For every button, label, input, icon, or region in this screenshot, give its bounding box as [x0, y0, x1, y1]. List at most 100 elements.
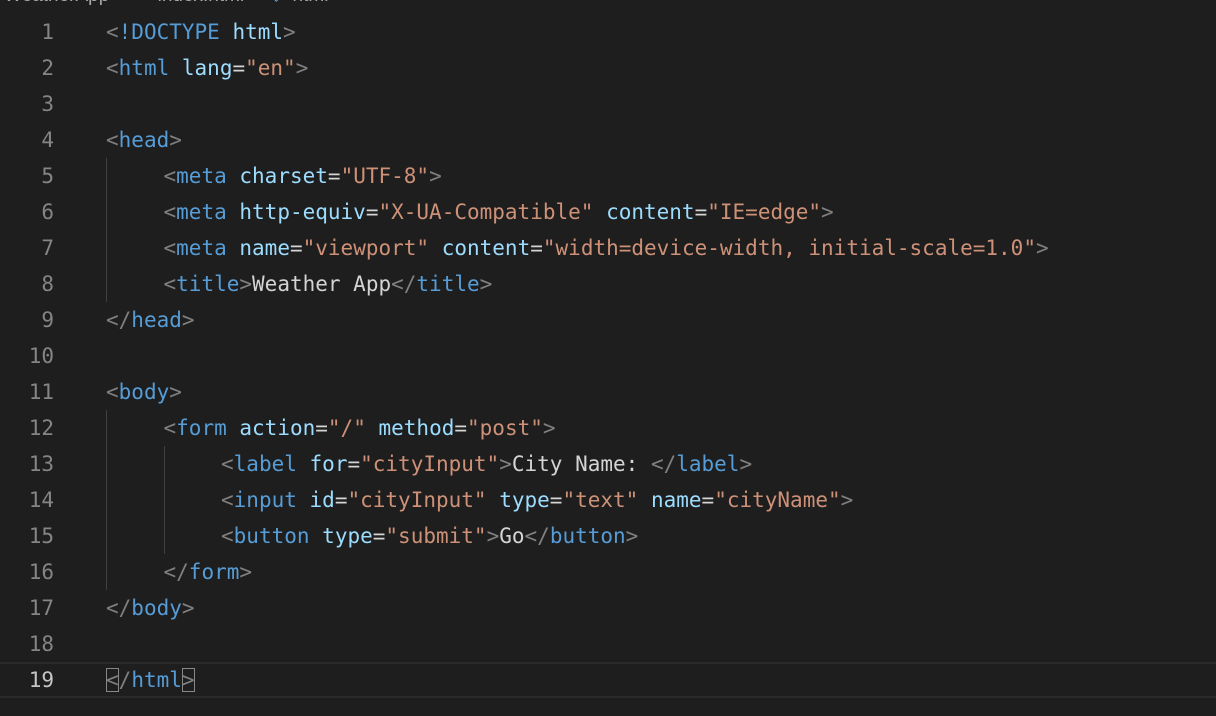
text: Go [499, 524, 525, 548]
punctuation: < [163, 200, 177, 224]
text: = [365, 200, 379, 224]
line-content[interactable]: </html> [106, 662, 195, 698]
line-number: 15 [28, 524, 54, 548]
punctuation: > [239, 272, 253, 296]
attribute-value: "viewport" [302, 236, 430, 260]
code-line[interactable]: 19 </html> [0, 662, 1216, 698]
tag-name: body [118, 380, 170, 404]
tag-name: meta [176, 236, 227, 260]
code-line[interactable]: 1 <!DOCTYPE html> [0, 14, 1216, 50]
punctuation: < [106, 56, 119, 80]
line-content[interactable]: <!DOCTYPE html> [106, 14, 296, 50]
code-line[interactable]: 12 <form action="/" method="post"> [0, 410, 1216, 446]
line-content[interactable]: <body> [106, 374, 182, 410]
code-line[interactable]: 18 [0, 626, 1216, 662]
code-line[interactable]: 14 <input id="cityInput" type="text" name… [0, 482, 1216, 518]
text: = [334, 488, 348, 512]
line-content[interactable]: <html lang="en"> [106, 50, 308, 86]
punctuation: < [106, 380, 119, 404]
code-line[interactable]: 16 </form> [0, 554, 1216, 590]
punctuation: < [163, 416, 177, 440]
code-line[interactable]: 13 <label for="cityInput">City Name: </la… [0, 446, 1216, 482]
line-content[interactable]: </body> [106, 590, 195, 626]
attribute-name: id [309, 488, 335, 512]
text: = [694, 200, 708, 224]
line-content[interactable]: <meta charset="UTF-8"> [164, 158, 442, 194]
code-line[interactable]: 5 <meta charset="UTF-8"> [0, 158, 1216, 194]
matched-bracket: > [181, 668, 195, 692]
code-editor[interactable]: WeatherApp › <> index.html › ◈ html 1<!D… [0, 0, 1216, 716]
attribute-value: "post" [467, 416, 543, 440]
tag-name: form [188, 560, 240, 584]
code-line[interactable]: 10 [0, 338, 1216, 374]
code-line[interactable]: 11 <body> [0, 374, 1216, 410]
punctuation: </ [106, 596, 132, 620]
text [638, 488, 651, 512]
indent-guide [163, 518, 165, 554]
attribute-name: name [239, 236, 290, 260]
line-number: 3 [41, 92, 54, 116]
line-content[interactable]: <meta name="viewport" content="width=dev… [164, 230, 1049, 266]
tag-name: meta [176, 164, 227, 188]
line-content[interactable]: <input id="cityInput" type="text" name="… [221, 482, 853, 518]
code-line[interactable]: 4 <head> [0, 122, 1216, 158]
code-line[interactable]: 3 [0, 86, 1216, 122]
breadcrumb-symbol[interactable]: html [293, 0, 329, 8]
tag-name: title [176, 272, 240, 296]
tag-name: label [676, 452, 740, 476]
punctuation: > [739, 452, 753, 476]
text: = [372, 524, 386, 548]
attribute-name: html [232, 20, 284, 44]
punctuation: </ [391, 272, 417, 296]
attribute-name: for [309, 452, 348, 476]
line-number: 7 [41, 236, 54, 260]
code-line[interactable]: 17 </body> [0, 590, 1216, 626]
indent-guide [163, 482, 165, 518]
line-number: 13 [28, 452, 54, 476]
code-line[interactable]: 6 <meta http-equiv="X-UA-Compatible" cont… [0, 194, 1216, 230]
punctuation: > [283, 20, 296, 44]
text: = [454, 416, 468, 440]
punctuation: > [625, 524, 639, 548]
punctuation: > [239, 560, 253, 584]
punctuation: > [429, 164, 442, 188]
code-lines[interactable]: 1 <!DOCTYPE html> 2 <html lang="en"> 3 4 <head… [0, 14, 1216, 698]
punctuation: > [840, 488, 854, 512]
line-content[interactable]: <button type="submit">Go</button> [221, 518, 638, 554]
line-content[interactable]: <label for="cityInput">City Name: </labe… [221, 446, 752, 482]
indent-guide [106, 266, 107, 302]
code-line[interactable]: 8 <title>Weather App</title> [0, 266, 1216, 302]
line-content[interactable]: <form action="/" method="post"> [164, 410, 556, 446]
indent-guide [106, 482, 107, 518]
line-number: 8 [41, 272, 54, 296]
line-number: 5 [41, 164, 54, 188]
line-content[interactable]: </form> [164, 554, 253, 590]
punctuation: </ [106, 308, 132, 332]
text: = [289, 236, 303, 260]
code-line[interactable]: 2 <html lang="en"> [0, 50, 1216, 86]
breadcrumb-file[interactable]: index.html [158, 0, 245, 8]
code-line[interactable]: 7 <meta name="viewport" content="width=de… [0, 230, 1216, 266]
text [169, 56, 182, 80]
line-content[interactable]: <title>Weather App</title> [164, 266, 493, 302]
code-line[interactable]: 9 </head> [0, 302, 1216, 338]
line-number: 12 [28, 416, 54, 440]
punctuation: > [181, 596, 195, 620]
line-number: 6 [41, 200, 54, 224]
attribute-name: charset [239, 164, 328, 188]
code-line[interactable]: 15 <button type="submit">Go</button> [0, 518, 1216, 554]
line-content[interactable]: <head> [106, 122, 182, 158]
line-content[interactable]: </head> [106, 302, 195, 338]
attribute-value: "/" [327, 416, 366, 440]
line-number: 2 [41, 56, 54, 80]
attribute-value: "cityInput" [360, 452, 500, 476]
line-content[interactable]: <meta http-equiv="X-UA-Compatible" conte… [164, 194, 834, 230]
indent-guide [106, 158, 107, 194]
indent-guide [106, 518, 107, 554]
text [227, 164, 240, 188]
attribute-name: type [499, 488, 550, 512]
attribute-value: "cityName" [714, 488, 841, 512]
breadcrumb-folder[interactable]: WeatherApp [4, 0, 109, 8]
punctuation: > [169, 128, 182, 152]
punctuation: > [479, 272, 493, 296]
